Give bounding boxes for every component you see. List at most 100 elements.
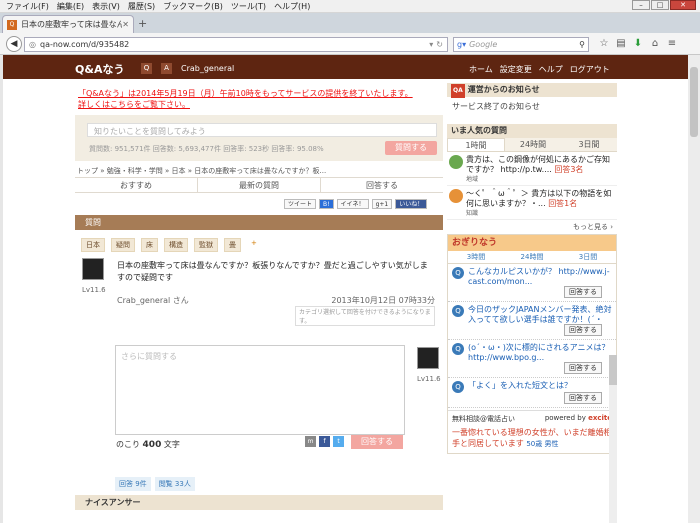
view-count: 閲覧 33人 bbox=[154, 477, 195, 491]
bookmarks-list-icon[interactable]: ▤ bbox=[613, 38, 629, 49]
facebook-icon[interactable]: f bbox=[319, 436, 330, 447]
mixi-icon[interactable]: m bbox=[305, 436, 316, 447]
site-header: Q&Aなう Q A Crab_general ホーム 設定変更 ヘルプ ログアウ… bbox=[3, 55, 688, 79]
nav-help[interactable]: ヘルプ bbox=[539, 64, 563, 75]
answer-button[interactable]: 回答する bbox=[564, 362, 602, 374]
tag[interactable]: 畳 bbox=[224, 238, 241, 252]
ogiri-tab-3h[interactable]: 3時間 bbox=[448, 251, 504, 263]
nav-settings[interactable]: 設定変更 bbox=[500, 64, 532, 75]
close-icon[interactable]: ✕ bbox=[670, 0, 696, 10]
more-link[interactable]: もっと見る › bbox=[447, 220, 617, 234]
notice-line2[interactable]: 詳しくはこちらをご覧下さい。 bbox=[78, 99, 418, 110]
mixi-button[interactable]: イイネ！ bbox=[336, 199, 369, 209]
user-avatar[interactable] bbox=[417, 347, 439, 369]
question-input[interactable]: 知りたいことを質問してみよう bbox=[87, 123, 437, 137]
nav-home[interactable]: ホーム bbox=[469, 64, 493, 75]
answer-button[interactable]: 回答する bbox=[564, 392, 602, 404]
ask-button[interactable]: 質問する bbox=[385, 141, 437, 155]
popular-tabs: 1時間 24時間 3日間 bbox=[447, 138, 617, 152]
question-author[interactable]: Crab_general さん bbox=[117, 296, 189, 305]
reply-textarea[interactable]: さらに質問する bbox=[115, 345, 405, 435]
popular-item[interactable]: 貴方は、この鋼像が何処にあるかご存知ですか？ http://p.tw.... 回… bbox=[447, 152, 617, 186]
site-stats: 質問数: 951,571件 回答数: 5,693,477件 回答率: 523秒 … bbox=[89, 145, 324, 153]
sidebar-scrollbar[interactable] bbox=[609, 355, 617, 523]
answer-count[interactable]: 回答 9件 bbox=[115, 477, 151, 491]
add-tag-icon[interactable]: + bbox=[247, 238, 261, 252]
tag[interactable]: 床 bbox=[141, 238, 158, 252]
dropdown-arrow-icon[interactable]: ▾ bbox=[429, 40, 433, 49]
question-search-panel: 知りたいことを質問してみよう 質問数: 951,571件 回答数: 5,693,… bbox=[75, 115, 443, 161]
facebook-like-button[interactable]: いいね！ bbox=[395, 199, 428, 209]
new-tab-icon[interactable]: + bbox=[138, 17, 147, 30]
address-bar[interactable]: ◎ qa-now.com/d/935482 ▾ ↻ bbox=[24, 37, 448, 52]
menu-bookmarks[interactable]: ブックマーク(B) bbox=[163, 0, 223, 13]
answer-icon[interactable]: A bbox=[161, 63, 172, 74]
gplus-button[interactable]: g+1 bbox=[371, 199, 393, 209]
tag[interactable]: 監獄 bbox=[194, 238, 218, 252]
question-icon[interactable]: Q bbox=[141, 63, 152, 74]
menu-file[interactable]: ファイル(F) bbox=[6, 0, 49, 13]
ogiri-item[interactable]: Q 「よく」を入れた短文とは？ 回答する bbox=[448, 378, 616, 408]
minimize-icon[interactable]: – bbox=[632, 0, 650, 10]
tab-24h[interactable]: 24時間 bbox=[505, 138, 561, 151]
tab-1h[interactable]: 1時間 bbox=[447, 138, 505, 151]
closing-notice[interactable]: 「Q&Aなう」は2014年5月19日（月）午前10時をもってサービスの提供を終了… bbox=[78, 88, 418, 110]
tab-close-icon[interactable]: ✕ bbox=[122, 20, 129, 29]
menu-icon[interactable]: ≡ bbox=[664, 38, 680, 49]
tab-latest[interactable]: 最新の質問 bbox=[198, 178, 321, 192]
question-date: 2013年10月12日 07時33分 bbox=[331, 296, 435, 305]
google-icon[interactable]: g▾ bbox=[457, 40, 466, 49]
search-box[interactable]: g▾ Google ⚲ bbox=[453, 37, 589, 52]
answer-button[interactable]: 回答する bbox=[564, 324, 602, 336]
question-body: 日本の座敷牢って床は畳なんですか？板張りなんですか？畳だと過ごしやすい気がします… bbox=[117, 261, 428, 282]
tab-recommended[interactable]: おすすめ bbox=[75, 178, 198, 192]
menu-help[interactable]: ヘルプ(H) bbox=[274, 0, 310, 13]
site-favicon-icon: Q bbox=[7, 19, 17, 30]
notice-link[interactable]: サービス終了のお知らせ bbox=[447, 97, 617, 116]
ogiri-item[interactable]: Q 今日のザックJAPANメンバー発表、絶対入ってて欲しい選手は誰ですか！(´・回… bbox=[448, 302, 616, 340]
header-username[interactable]: Crab_general bbox=[181, 64, 234, 73]
tweet-button[interactable]: ツイート bbox=[284, 199, 317, 209]
window-controls: – □ ✕ bbox=[631, 0, 696, 10]
hatena-button[interactable]: B! bbox=[319, 199, 334, 209]
phone-head: 無料相談@電話占い bbox=[452, 415, 515, 423]
site-logo[interactable]: Q&Aなう bbox=[75, 61, 124, 77]
breadcrumb[interactable]: トップ » 勉強・科学・学問 » 日本 » 日本の座敷牢って床は畳なんですか？板… bbox=[77, 166, 326, 176]
maximize-icon[interactable]: □ bbox=[651, 0, 669, 10]
bookmark-star-icon[interactable]: ☆ bbox=[596, 38, 612, 49]
answer-button[interactable]: 回答する bbox=[564, 286, 602, 298]
nav-logout[interactable]: ログアウト bbox=[570, 64, 610, 75]
author-avatar[interactable] bbox=[82, 258, 104, 280]
submit-answer-button[interactable]: 回答する bbox=[351, 435, 403, 449]
tag[interactable]: 構造 bbox=[164, 238, 188, 252]
back-arrow-icon[interactable]: ◀ bbox=[6, 36, 22, 52]
url-text[interactable]: qa-now.com/d/935482 bbox=[40, 40, 426, 49]
notice-line1[interactable]: 「Q&Aなう」は2014年5月19日（月）午前10時をもってサービスの提供を終了… bbox=[78, 88, 418, 99]
char-counter: のこり 400 文字 bbox=[116, 440, 180, 450]
ogiri-tab-24h[interactable]: 24時間 bbox=[504, 251, 560, 263]
search-placeholder[interactable]: Google bbox=[469, 40, 579, 49]
reload-icon[interactable]: ↻ bbox=[436, 40, 443, 49]
tab-answer[interactable]: 回答する bbox=[321, 178, 443, 192]
browser-tab[interactable]: Q 日本の座敷牢って床は畳なん... ✕ bbox=[2, 15, 134, 33]
q-icon: Q bbox=[452, 343, 464, 355]
tag[interactable]: 日本 bbox=[81, 238, 105, 252]
search-icon[interactable]: ⚲ bbox=[579, 40, 585, 49]
menu-edit[interactable]: 編集(E) bbox=[57, 0, 84, 13]
ogiri-tab-3d[interactable]: 3日間 bbox=[560, 251, 616, 263]
tag[interactable]: 疑問 bbox=[111, 238, 135, 252]
popular-item[interactable]: ～く゜＾ω＾゜＞ 貴方は以下の物語を如何に思いますか？・... 回答1名 知識 bbox=[447, 186, 617, 220]
phone-fortune-box: 無料相談@電話占い powered by excite 一番惚れている理想の女性が… bbox=[448, 410, 616, 453]
tab-3d[interactable]: 3日間 bbox=[561, 138, 617, 151]
twitter-icon[interactable]: t bbox=[333, 436, 344, 447]
menu-view[interactable]: 表示(V) bbox=[92, 0, 120, 13]
phone-entry[interactable]: 一番惚れている理想の女性が、いまだ離婚相手と同居しています 50歳 男性 bbox=[452, 427, 612, 450]
scrollbar-thumb[interactable] bbox=[690, 67, 698, 137]
menu-tools[interactable]: ツール(T) bbox=[231, 0, 266, 13]
page-scrollbar[interactable] bbox=[688, 55, 700, 523]
download-icon[interactable]: ⬇ bbox=[630, 38, 646, 49]
home-icon[interactable]: ⌂ bbox=[647, 38, 663, 49]
menu-history[interactable]: 履歴(S) bbox=[128, 0, 155, 13]
ogiri-item[interactable]: Q (o´・ω・)次に標的にされるアニメは？ http://www.bpo.g..… bbox=[448, 340, 616, 378]
ogiri-item[interactable]: Q こんなカルピスいかが？ http://www.j-cast.com/mon..… bbox=[448, 264, 616, 302]
